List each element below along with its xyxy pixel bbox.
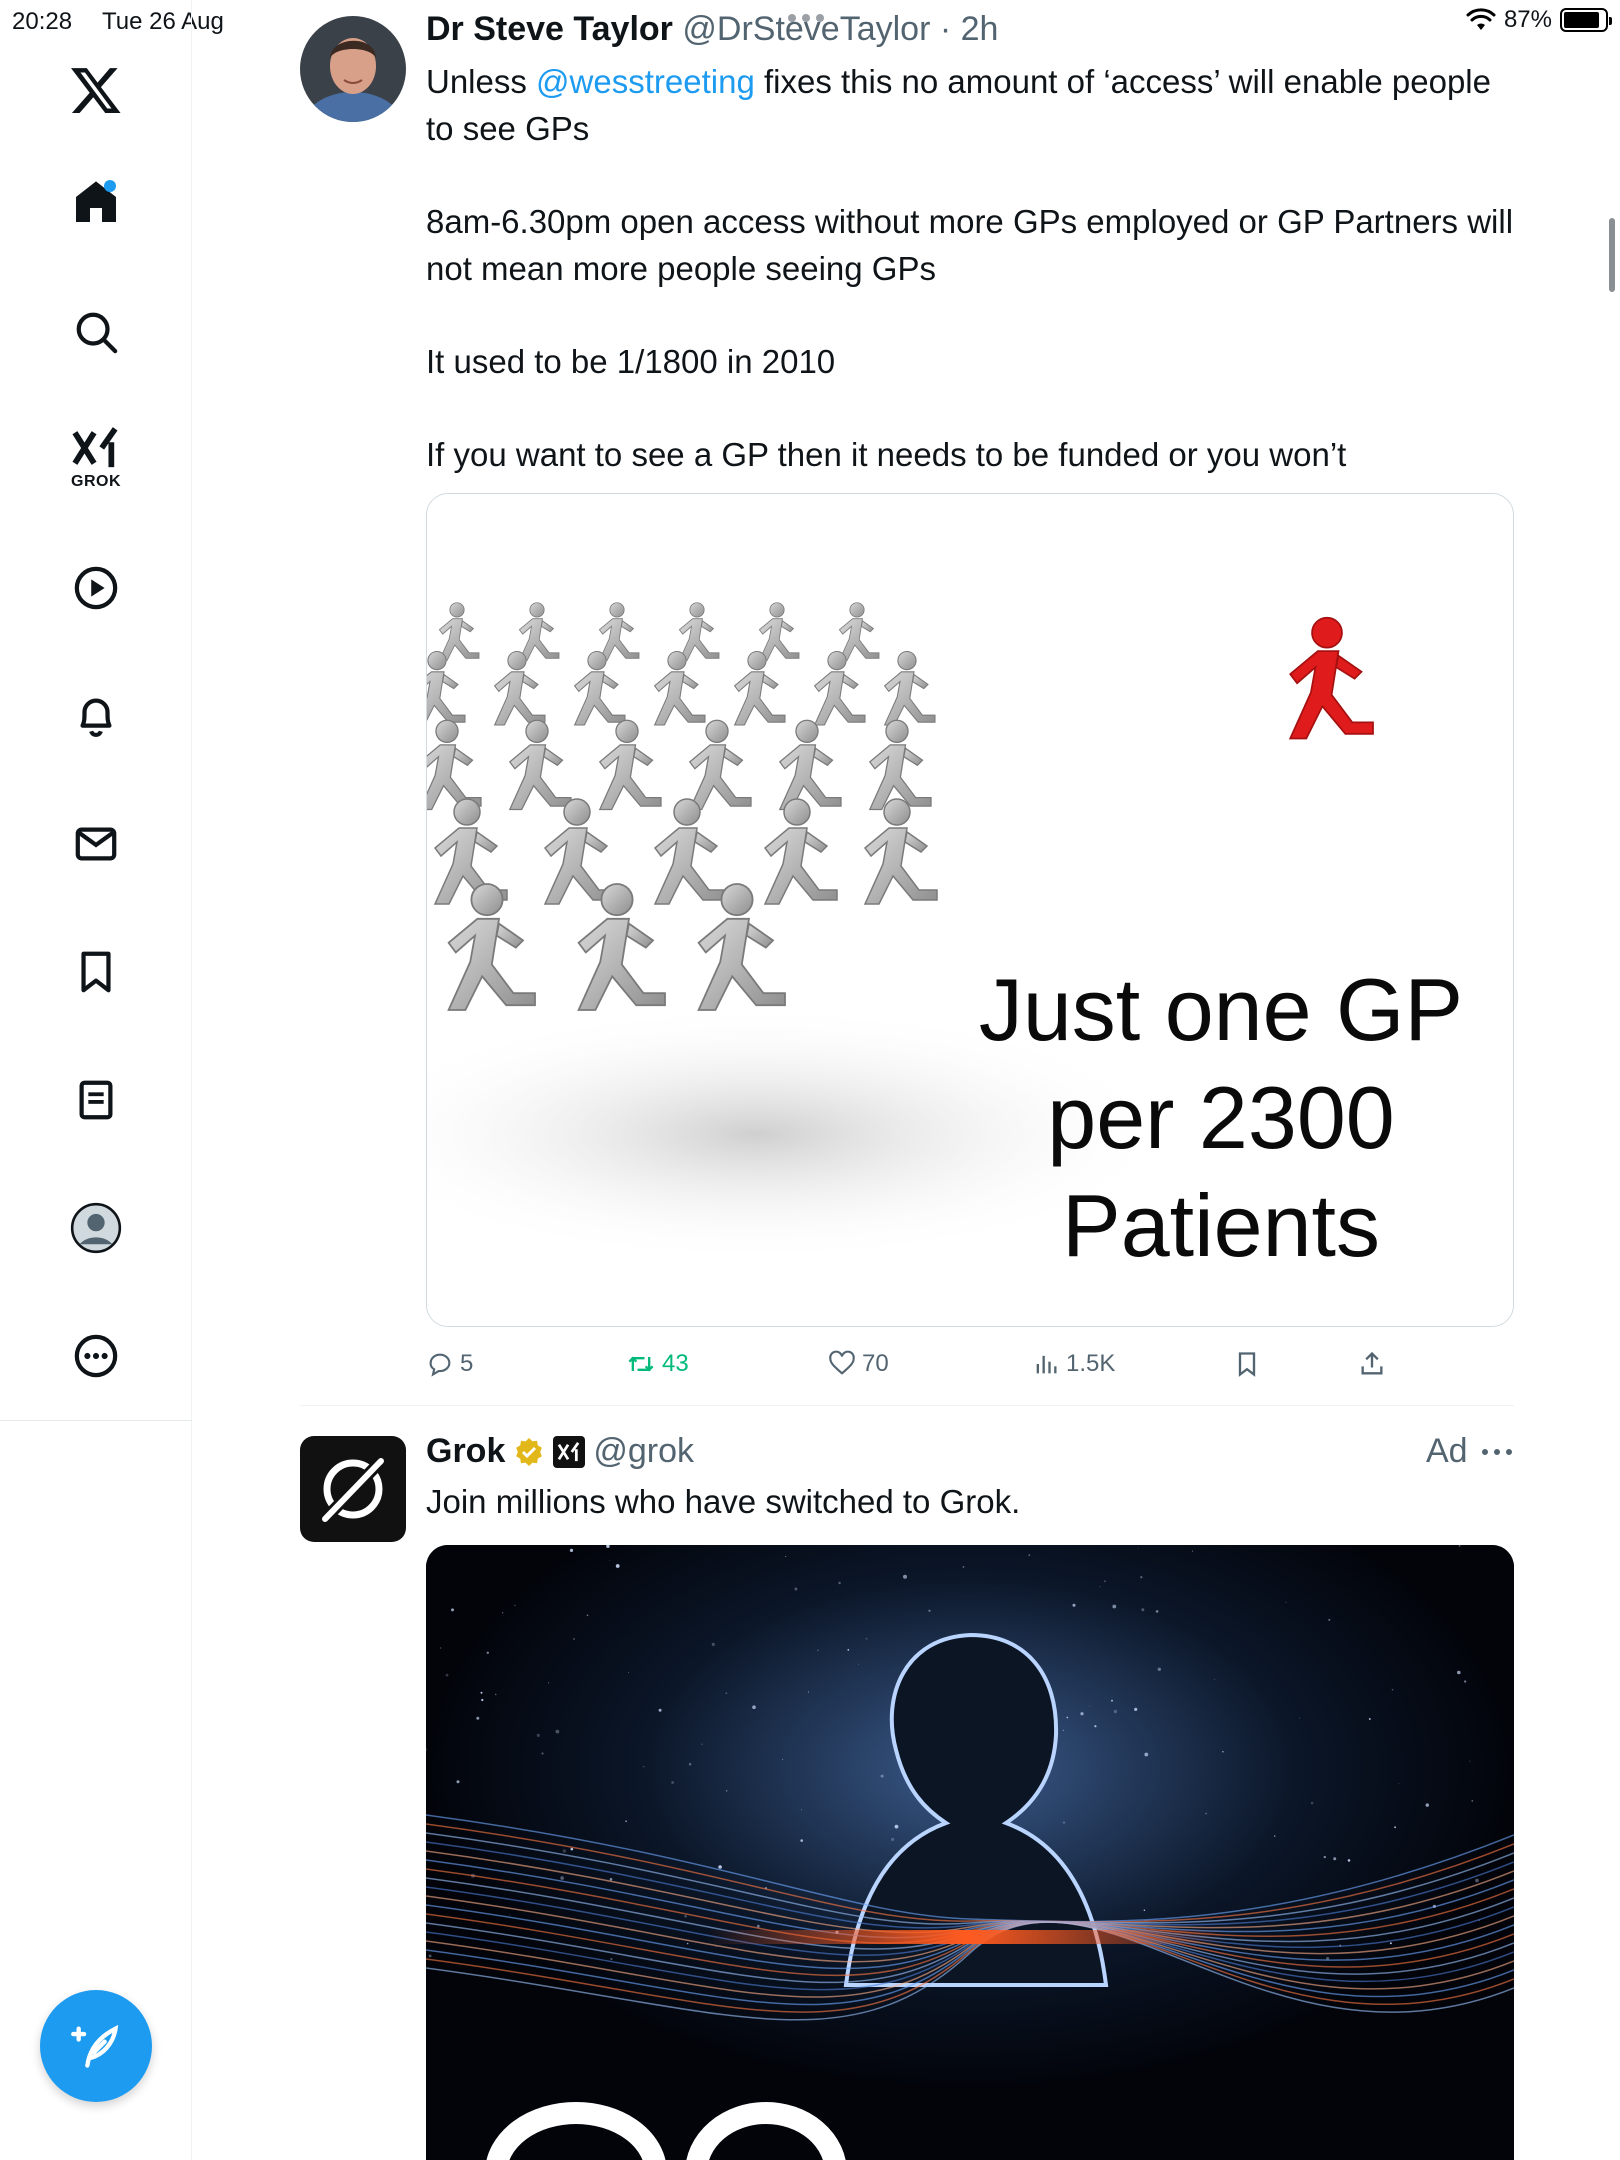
sidebar-item-more[interactable] xyxy=(56,1316,136,1396)
reply-button[interactable]: 5 xyxy=(426,1350,473,1378)
image-caption-line: per 2300 xyxy=(1047,1068,1395,1167)
battery-percent: 87% xyxy=(1503,6,1552,33)
sidebar-item-explore[interactable] xyxy=(56,292,136,372)
reply-icon xyxy=(429,1353,451,1377)
like-button[interactable]: 70 xyxy=(828,1350,889,1378)
sidebar-item-grok[interactable]: GROK xyxy=(56,412,136,504)
battery-icon xyxy=(1560,8,1612,32)
like-count: 70 xyxy=(862,1350,889,1377)
tweet-paragraph-3: It used to be 1/1800 in 2010 xyxy=(426,343,836,380)
avatar-icon xyxy=(70,1202,122,1254)
grok-avatar[interactable] xyxy=(300,1436,406,1542)
xai-affiliate-icon xyxy=(553,1435,586,1468)
verified-badge-icon xyxy=(516,1437,543,1466)
share-button[interactable] xyxy=(1358,1350,1386,1378)
document-icon xyxy=(79,1080,113,1120)
x-app-screen: 20:28 Tue 26 Aug 87% GROK Dr Steve Taylo… xyxy=(0,0,1620,2160)
heart-icon xyxy=(829,1350,855,1375)
compose-button[interactable] xyxy=(40,1990,152,2102)
play-icon xyxy=(74,566,118,610)
image-caption-line: Patients xyxy=(1062,1176,1380,1275)
views-count: 1.5K xyxy=(1066,1350,1116,1377)
author-name[interactable]: Dr Steve Taylor xyxy=(426,10,673,48)
tweet-paragraph-1: Unless @wesstreeting fixes this no amoun… xyxy=(426,58,1526,152)
views-icon xyxy=(1036,1355,1057,1374)
views-button[interactable]: 1.5K xyxy=(1032,1350,1115,1378)
ad-image[interactable] xyxy=(426,1545,1514,2160)
sidebar-item-notifications[interactable] xyxy=(56,676,136,756)
retweet-button[interactable]: 43 xyxy=(626,1350,689,1378)
x-logo-icon[interactable] xyxy=(56,50,136,130)
tweet-paragraph-2: 8am-6.30pm open access without more GPs … xyxy=(426,203,1514,287)
sidebar-item-articles[interactable] xyxy=(56,1060,136,1140)
bell-icon xyxy=(80,698,112,737)
tweet-text-segment: Unless xyxy=(426,63,537,100)
more-circle-icon xyxy=(74,1334,118,1378)
author-handle[interactable]: @DrSteveTaylor xyxy=(682,10,930,48)
tweet-text: Join millions who have switched to Grok. xyxy=(426,1483,1021,1520)
ad-label: Ad xyxy=(1426,1432,1468,1470)
bookmark-icon xyxy=(1238,1352,1256,1377)
author-name[interactable]: Grok xyxy=(426,1432,505,1471)
grok-logo-icon xyxy=(320,1456,386,1524)
tweet-header: Dr Steve Taylor @DrSteveTaylor · 2h xyxy=(426,10,998,49)
grok-label: GROK xyxy=(71,473,121,490)
more-options-icon[interactable] xyxy=(1480,1444,1514,1462)
retweet-count: 43 xyxy=(662,1350,689,1377)
author-avatar[interactable] xyxy=(300,16,406,122)
bookmark-icon xyxy=(81,951,111,993)
reply-count: 5 xyxy=(460,1350,474,1377)
status-right: 87% xyxy=(1466,6,1612,34)
wifi-icon xyxy=(1466,8,1496,30)
share-icon xyxy=(1361,1351,1383,1375)
tweet-text: Unless @wesstreeting fixes this no amoun… xyxy=(426,58,1526,478)
grok-icon xyxy=(72,427,118,468)
search-icon xyxy=(76,312,118,354)
author-handle[interactable]: @grok xyxy=(593,1432,694,1471)
mail-icon xyxy=(75,827,117,861)
tweet-time[interactable]: · 2h xyxy=(940,10,999,48)
image-caption-line: Just one GP xyxy=(978,960,1464,1059)
sidebar-item-bookmarks[interactable] xyxy=(56,932,136,1012)
tweet-divider xyxy=(300,1405,1514,1406)
image-caption: Just one GP per 2300 Patients xyxy=(951,956,1491,1280)
bookmark-button[interactable] xyxy=(1233,1350,1261,1378)
sidebar-item-profile[interactable] xyxy=(56,1188,136,1268)
mention-link[interactable]: @wesstreeting xyxy=(536,63,755,100)
tweet-header: Grok @grok xyxy=(426,1432,694,1471)
sidebar-item-videos[interactable] xyxy=(56,548,136,628)
sidebar-item-messages[interactable] xyxy=(56,804,136,884)
sidebar: GROK xyxy=(0,0,192,2160)
tweet-image[interactable]: Just one GP per 2300 Patients xyxy=(426,493,1514,1327)
sidebar-divider xyxy=(0,1420,192,1421)
retweet-icon xyxy=(628,1356,654,1372)
scrollbar[interactable] xyxy=(1609,218,1615,292)
notification-dot xyxy=(104,180,116,192)
sidebar-item-home[interactable] xyxy=(56,162,136,242)
compose-icon xyxy=(71,2024,119,2068)
tweet-paragraph-4: If you want to see a GP then it needs to… xyxy=(426,436,1347,473)
